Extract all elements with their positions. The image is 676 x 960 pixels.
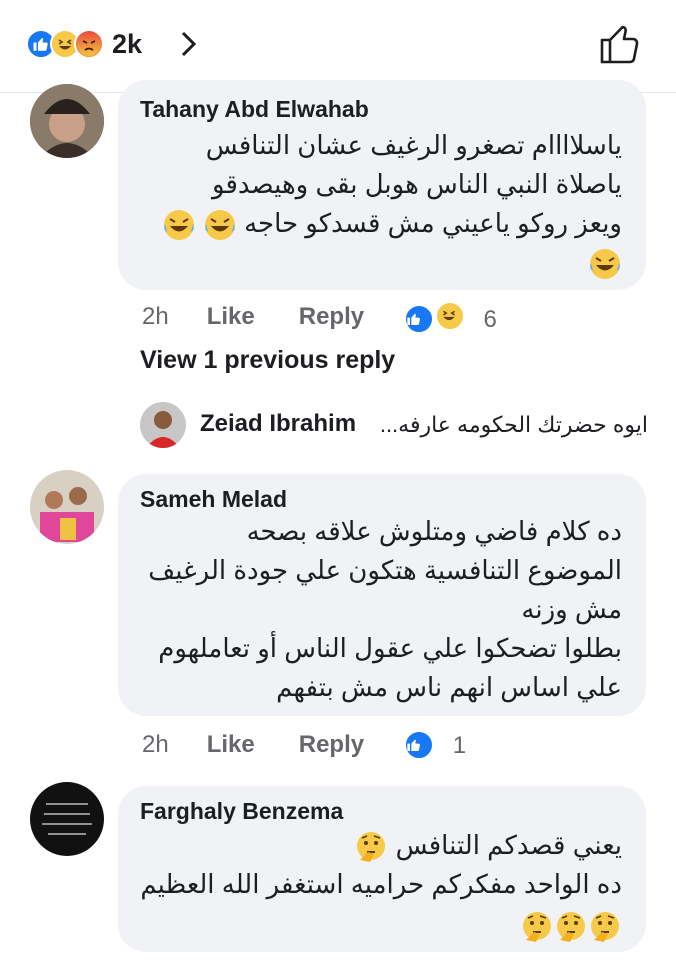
- comment-author[interactable]: Farghaly Benzema: [140, 798, 343, 825]
- reactions-header: 2k: [0, 0, 676, 92]
- reply-author[interactable]: Zeiad Ibrahim: [200, 410, 356, 438]
- laughing-emoji-icon: [163, 210, 194, 241]
- like-outline-icon[interactable]: [598, 22, 642, 66]
- thinking-emoji-icon: [557, 912, 585, 943]
- comment-line-with-emoji: ويعز روكو ياعيني مش قسدكو حاجه: [142, 204, 622, 243]
- avatar[interactable]: [30, 470, 104, 544]
- comment-line: ده كلام فاضي ومتلوش علاقه بصحه: [246, 516, 622, 546]
- comment-actions: 2h Like Reply 1: [142, 728, 466, 762]
- reaction-count: 6: [483, 305, 497, 333]
- reaction-summary[interactable]: 2k: [26, 28, 142, 60]
- like-button[interactable]: Like: [207, 731, 255, 759]
- comment-line: ياصلاة النبي الناس هوبل بقى وهيصدقو: [212, 169, 622, 199]
- like-icon: [404, 730, 435, 760]
- laughing-emoji-icon: [204, 210, 235, 241]
- thinking-emoji-icon: [591, 912, 619, 943]
- reply-button[interactable]: Reply: [299, 303, 364, 331]
- angry-icon: [74, 29, 104, 59]
- like-button[interactable]: Like: [207, 303, 255, 331]
- comment-author[interactable]: Sameh Melad: [140, 486, 287, 513]
- reply-button[interactable]: Reply: [299, 731, 364, 759]
- view-previous-replies-link[interactable]: View 1 previous reply: [140, 346, 395, 375]
- reaction-count: 1: [452, 732, 467, 759]
- comment-line-with-emoji: يعني قصدكم التنافس: [142, 826, 622, 865]
- thinking-emoji-icon: [523, 912, 551, 943]
- comment-line: علي اساس انهم ناس مش بتفهم: [276, 672, 622, 702]
- avatar[interactable]: [30, 84, 104, 158]
- comment-author[interactable]: Tahany Abd Elwahab: [140, 96, 369, 123]
- reply-text: ايوه حضرتك الحكومه عارفه...: [379, 412, 648, 437]
- comment-line-emoji: [142, 243, 622, 282]
- comment-time[interactable]: 2h: [142, 731, 169, 759]
- comment-line: مش وزنه: [521, 594, 622, 624]
- comment-text: ياسلاااام تصغرو الرغيف عشان التنافس ياصل…: [142, 126, 622, 282]
- haha-icon: [434, 300, 465, 331]
- comment-line: الموضوع التنافسية هتكون علي جودة الرغيف: [148, 555, 622, 585]
- comment-reactions[interactable]: 6: [404, 300, 497, 334]
- comment-actions: 2h Like Reply 6: [142, 300, 497, 334]
- comment-text: يعني قصدكم التنافس ده الواحد مفكركم حرام…: [140, 826, 622, 945]
- reaction-count: 2k: [112, 28, 143, 59]
- laughing-emoji-icon: [590, 249, 620, 280]
- avatar: [140, 402, 186, 448]
- comment-time[interactable]: 2h: [142, 303, 169, 331]
- comment-line-emoji: [142, 906, 622, 945]
- thinking-emoji-icon: [357, 832, 386, 863]
- comment-text: ده كلام فاضي ومتلوش علاقه بصحه الموضوع ا…: [142, 512, 622, 707]
- chevron-right-icon[interactable]: [178, 30, 200, 58]
- comment-line: ده الواحد مفكركم حراميه استغفر الله العظ…: [140, 869, 622, 899]
- like-icon: [404, 303, 435, 334]
- reply-preview[interactable]: Zeiad Ibrahim ايوه حضرتك الحكومه عارفه..…: [140, 402, 660, 450]
- comment-line: ياسلاااام تصغرو الرغيف عشان التنافس: [205, 130, 622, 160]
- avatar[interactable]: [30, 782, 104, 856]
- comment-reactions[interactable]: 1: [404, 730, 466, 760]
- comment-line: بطلوا تضحكوا علي عقول الناس أو تعاملهوم: [158, 633, 622, 663]
